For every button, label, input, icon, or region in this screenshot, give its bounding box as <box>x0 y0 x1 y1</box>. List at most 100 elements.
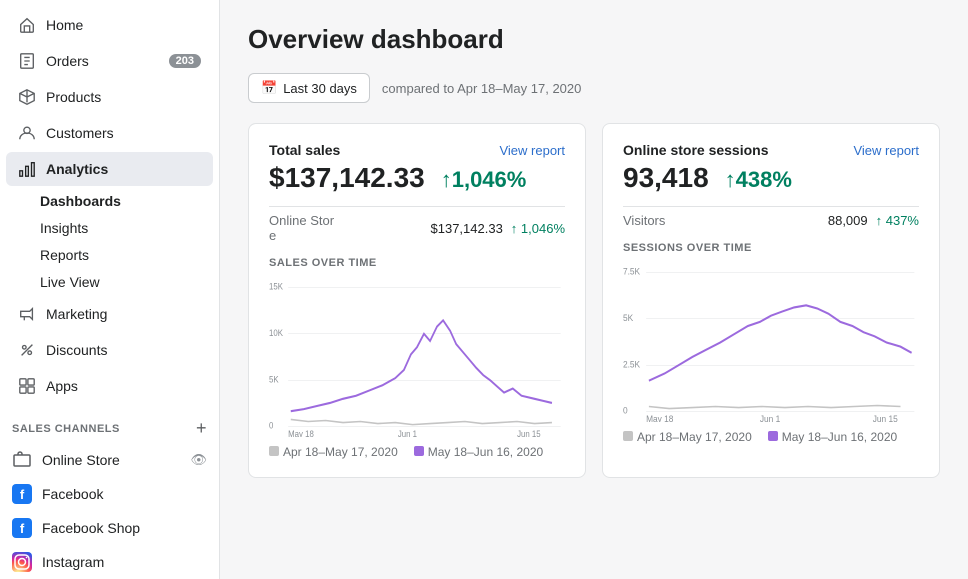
instagram-label: Instagram <box>42 554 104 570</box>
marketing-icon <box>18 305 36 323</box>
sidebar-label-apps: Apps <box>46 378 201 394</box>
sidebar-item-online-store[interactable]: Online Store 👁 <box>0 443 219 477</box>
sales-channels-title: Sales Channels <box>12 423 120 435</box>
sidebar-item-apps[interactable]: Apps <box>6 369 213 403</box>
sessions-sub: Visitors 88,009 ↑ 437% <box>623 206 919 228</box>
main-content: Overview dashboard 📅 Last 30 days compar… <box>220 0 968 579</box>
sidebar-item-home[interactable]: Home <box>6 8 213 42</box>
page-title: Overview dashboard <box>248 24 940 55</box>
sidebar-item-orders[interactable]: Orders 203 <box>6 44 213 78</box>
orders-icon <box>18 52 36 70</box>
sidebar-item-instagram[interactable]: Instagram <box>0 545 219 579</box>
sidebar-item-marketing[interactable]: Marketing <box>6 297 213 331</box>
sidebar-label-analytics: Analytics <box>46 161 201 177</box>
sidebar-label-orders: Orders <box>46 53 159 69</box>
total-sales-sub-value: $137,142.33 <box>431 221 503 236</box>
total-sales-sub: Online Store $137,142.33 ↑ 1,046% <box>269 206 565 243</box>
orders-badge: 203 <box>169 54 201 68</box>
sidebar-item-customers[interactable]: Customers <box>6 116 213 150</box>
cards-row: Total sales View report $137,142.33 ↑1,0… <box>248 123 940 478</box>
sessions-legend-curr-dot <box>768 431 778 441</box>
sidebar-item-facebook[interactable]: f Facebook <box>0 477 219 511</box>
facebook-label: Facebook <box>42 486 103 502</box>
filter-bar: 📅 Last 30 days compared to Apr 18–May 17… <box>248 73 940 103</box>
customers-icon <box>18 124 36 142</box>
sidebar-label-home: Home <box>46 17 201 33</box>
sessions-chart-label: SESSIONS OVER TIME <box>623 242 919 254</box>
sessions-legend-prev: Apr 18–May 17, 2020 <box>637 430 752 444</box>
apps-icon <box>18 377 36 395</box>
sidebar-label-marketing: Marketing <box>46 306 201 322</box>
sessions-change: ↑438% <box>725 167 792 193</box>
add-sales-channel-icon[interactable]: + <box>196 418 207 439</box>
facebook-icon: f <box>12 484 32 504</box>
svg-text:2.5K: 2.5K <box>623 359 640 370</box>
sidebar-label-customers: Customers <box>46 125 201 141</box>
sidebar-item-liveview[interactable]: Live View <box>40 269 213 295</box>
sidebar-item-reports[interactable]: Reports <box>40 242 213 268</box>
analytics-subnav: Dashboards Insights Reports Live View <box>40 187 219 296</box>
sidebar-label-products: Products <box>46 89 201 105</box>
sessions-chart-legend: Apr 18–May 17, 2020 May 18–Jun 16, 2020 <box>623 430 919 444</box>
sessions-sub-change: ↑ 437% <box>876 213 919 228</box>
sessions-view-report[interactable]: View report <box>853 143 919 158</box>
total-sales-sub-label: Online Store <box>269 213 423 243</box>
facebook-shop-label: Facebook Shop <box>42 520 140 536</box>
sessions-value: 93,418 <box>623 162 709 194</box>
sidebar-item-dashboards[interactable]: Dashboards <box>40 188 213 214</box>
total-sales-sub-change: ↑ 1,046% <box>511 221 565 236</box>
sidebar-item-products[interactable]: Products <box>6 80 213 114</box>
svg-text:Jun 15: Jun 15 <box>873 414 898 422</box>
sidebar-item-discounts[interactable]: Discounts <box>6 333 213 367</box>
online-store-label: Online Store <box>42 452 180 468</box>
date-range-label: Last 30 days <box>283 81 357 96</box>
sales-legend-prev: Apr 18–May 17, 2020 <box>283 445 398 459</box>
sessions-sub-value: 88,009 <box>828 213 868 228</box>
svg-text:Jun 1: Jun 1 <box>760 414 780 422</box>
sidebar-item-insights[interactable]: Insights <box>40 215 213 241</box>
discounts-icon <box>18 341 36 359</box>
instagram-icon <box>12 552 32 572</box>
sales-channels-section: Sales Channels + <box>0 404 219 443</box>
sessions-card: Online store sessions View report 93,418… <box>602 123 940 478</box>
analytics-icon <box>18 160 36 178</box>
legend-prev-dot <box>269 446 279 456</box>
sidebar-item-facebook-shop[interactable]: f Facebook Shop <box>0 511 219 545</box>
sales-chart-label: SALES OVER TIME <box>269 257 565 269</box>
compare-text: compared to Apr 18–May 17, 2020 <box>382 81 581 96</box>
sidebar: Home Orders 203 Products Customers Analy… <box>0 0 220 579</box>
svg-text:5K: 5K <box>269 374 279 385</box>
total-sales-view-report[interactable]: View report <box>499 143 565 158</box>
svg-text:Jun 15: Jun 15 <box>517 428 541 437</box>
sidebar-label-discounts: Discounts <box>46 342 201 358</box>
facebook-shop-icon: f <box>12 518 32 538</box>
legend-curr-dot <box>414 446 424 456</box>
online-store-eye-icon: 👁 <box>190 452 207 468</box>
svg-text:5K: 5K <box>623 312 633 323</box>
sessions-title: Online store sessions <box>623 142 769 158</box>
svg-text:15K: 15K <box>269 281 283 292</box>
calendar-icon: 📅 <box>261 80 277 96</box>
sales-chart: 15K 10K 5K 0 May 18 Jun 1 Jun 15 <box>269 277 565 437</box>
sessions-legend-prev-dot <box>623 431 633 441</box>
sessions-header: Online store sessions View report <box>623 142 919 158</box>
svg-text:7.5K: 7.5K <box>623 266 640 277</box>
sales-chart-legend: Apr 18–May 17, 2020 May 18–Jun 16, 2020 <box>269 445 565 459</box>
sessions-sub-label: Visitors <box>623 213 820 228</box>
svg-text:Jun 1: Jun 1 <box>398 428 417 437</box>
sales-legend-curr: May 18–Jun 16, 2020 <box>428 445 543 459</box>
products-icon <box>18 88 36 106</box>
sessions-legend-curr: May 18–Jun 16, 2020 <box>782 430 897 444</box>
total-sales-card: Total sales View report $137,142.33 ↑1,0… <box>248 123 586 478</box>
svg-text:10K: 10K <box>269 327 283 338</box>
svg-text:May 18: May 18 <box>646 414 673 422</box>
total-sales-header: Total sales View report <box>269 142 565 158</box>
total-sales-change: ↑1,046% <box>441 167 527 193</box>
sessions-chart: 7.5K 5K 2.5K 0 May 18 Jun 1 Jun 15 <box>623 262 919 422</box>
svg-text:May 18: May 18 <box>288 428 314 437</box>
svg-text:0: 0 <box>269 420 274 431</box>
svg-text:0: 0 <box>623 405 628 416</box>
sidebar-item-analytics[interactable]: Analytics <box>6 152 213 186</box>
online-store-icon <box>12 450 32 470</box>
date-range-button[interactable]: 📅 Last 30 days <box>248 73 370 103</box>
